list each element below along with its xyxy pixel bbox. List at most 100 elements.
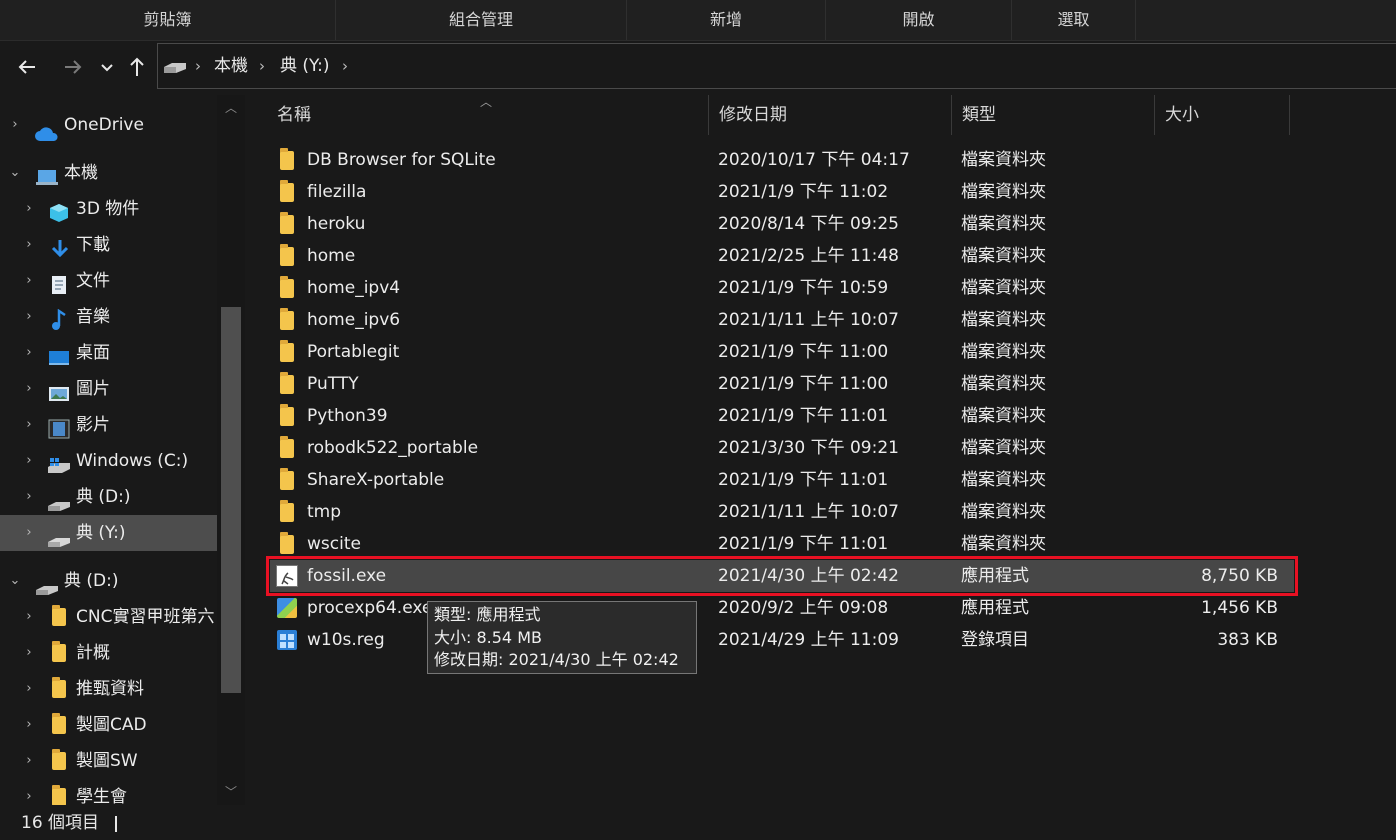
file-type: 應用程式 <box>961 598 1029 618</box>
folder-icon <box>280 532 294 554</box>
address-bar[interactable]: › 本機 › 典 (Y:) › <box>157 43 1396 89</box>
column-divider[interactable] <box>1154 95 1155 135</box>
chevron-down-icon[interactable]: ⌄ <box>8 155 22 191</box>
chevron-right-icon[interactable]: › <box>22 743 36 779</box>
sidebar-item-label: 製圖CAD <box>76 715 147 735</box>
file-row[interactable]: heroku 2020/8/14 下午 09:25 檔案資料夾 <box>270 208 1294 240</box>
file-row[interactable]: PuTTY 2021/1/9 下午 11:00 檔案資料夾 <box>270 368 1294 400</box>
chevron-right-icon[interactable]: › <box>8 107 22 143</box>
file-row[interactable]: procexp64.exe 2020/9/2 上午 09:08 應用程式 1,4… <box>270 592 1294 624</box>
column-header-type[interactable]: 類型 <box>962 95 996 135</box>
folder-icon <box>52 641 66 662</box>
file-type: 檔案資料夾 <box>961 406 1046 426</box>
breadcrumb-chevron-icon: › <box>259 57 265 75</box>
chevron-right-icon[interactable]: › <box>22 335 36 371</box>
sidebar-item-folder[interactable]: › CNC實習甲班第六 <box>0 599 217 635</box>
chevron-right-icon[interactable]: › <box>22 191 36 227</box>
file-name: filezilla <box>307 182 367 202</box>
sidebar-item-pictures[interactable]: › 圖片 <box>0 371 217 407</box>
sidebar-item-desktop[interactable]: › 桌面 <box>0 335 217 371</box>
file-row[interactable]: ShareX-portable 2021/1/9 下午 11:01 檔案資料夾 <box>270 464 1294 496</box>
chevron-down-icon[interactable]: ⌄ <box>8 563 22 599</box>
file-row[interactable]: w10s.reg 2021/4/29 上午 11:09 登錄項目 383 KB <box>270 624 1294 656</box>
scroll-up-icon[interactable]: ︿ <box>217 99 245 116</box>
ribbon-tab-select[interactable]: 選取 <box>1012 0 1136 40</box>
scrollbar-thumb[interactable] <box>221 307 241 693</box>
column-divider[interactable] <box>1289 95 1290 135</box>
column-header-date[interactable]: 修改日期 <box>719 95 787 135</box>
column-header-name[interactable]: 名稱 <box>277 95 311 135</box>
file-name: ShareX-portable <box>307 470 445 490</box>
status-divider <box>115 816 117 832</box>
file-row[interactable]: Portablegit 2021/1/9 下午 11:00 檔案資料夾 <box>270 336 1294 368</box>
sidebar-item-onedrive[interactable]: › OneDrive <box>0 107 217 143</box>
sidebar-item-label: 典 (Y:) <box>76 523 126 543</box>
breadcrumb-drive-y[interactable]: 典 (Y:) <box>280 44 330 88</box>
folder-icon <box>280 276 294 298</box>
breadcrumb-this-pc[interactable]: 本機 <box>214 44 248 88</box>
folder-icon <box>280 436 294 458</box>
chevron-right-icon[interactable]: › <box>22 299 36 335</box>
sidebar-item-windows-c[interactable]: › Windows (C:) <box>0 443 217 479</box>
file-name: tmp <box>307 502 342 522</box>
chevron-right-icon[interactable]: › <box>22 371 36 407</box>
sidebar-item-label: 3D 物件 <box>76 199 140 219</box>
file-row[interactable]: home_ipv6 2021/1/11 上午 10:07 檔案資料夾 <box>270 304 1294 336</box>
sidebar-item-documents[interactable]: › 文件 <box>0 263 217 299</box>
chevron-right-icon[interactable]: › <box>22 263 36 299</box>
sidebar-item-drive-d-root[interactable]: ⌄ 典 (D:) <box>0 563 217 599</box>
chevron-right-icon[interactable]: › <box>22 779 36 805</box>
sidebar-item-folder[interactable]: › 製圖SW <box>0 743 217 779</box>
sidebar-item-this-pc[interactable]: ⌄ 本機 <box>0 155 217 191</box>
chevron-right-icon[interactable]: › <box>22 227 36 263</box>
ribbon-tab-organize[interactable]: 組合管理 <box>336 0 627 40</box>
file-row[interactable]: robodk522_portable 2021/3/30 下午 09:21 檔案… <box>270 432 1294 464</box>
file-row[interactable]: home_ipv4 2021/1/9 下午 10:59 檔案資料夾 <box>270 272 1294 304</box>
file-row-fossil[interactable]: fossil.exe 2021/4/30 上午 02:42 應用程式 8,750… <box>266 556 1298 596</box>
column-divider[interactable] <box>951 95 952 135</box>
up-button[interactable] <box>123 51 151 83</box>
sidebar-item-music[interactable]: › 音樂 <box>0 299 217 335</box>
recent-locations-button[interactable] <box>94 51 120 83</box>
ribbon-tab-new[interactable]: 新增 <box>627 0 826 40</box>
forward-button[interactable] <box>59 51 87 83</box>
file-row[interactable]: wscite 2021/1/9 下午 11:01 檔案資料夾 <box>270 528 1294 560</box>
column-divider[interactable] <box>708 95 709 135</box>
chevron-right-icon[interactable]: › <box>22 407 36 443</box>
sidebar-item-downloads[interactable]: › 下載 <box>0 227 217 263</box>
tooltip-size: 大小: 8.54 MB <box>434 627 542 647</box>
sidebar-scrollbar[interactable]: ︿ ﹀ <box>217 95 245 805</box>
sidebar-item-drive-y[interactable]: › 典 (Y:) <box>0 515 217 551</box>
sidebar-item-folder[interactable]: › 推甄資料 <box>0 671 217 707</box>
chevron-right-icon[interactable]: › <box>22 635 36 671</box>
file-row[interactable]: filezilla 2021/1/9 下午 11:02 檔案資料夾 <box>270 176 1294 208</box>
ribbon-tab-open[interactable]: 開啟 <box>826 0 1012 40</box>
sidebar-item-videos[interactable]: › 影片 <box>0 407 217 443</box>
folder-icon <box>280 308 294 330</box>
file-row[interactable]: home 2021/2/25 上午 11:48 檔案資料夾 <box>270 240 1294 272</box>
chevron-right-icon[interactable]: › <box>22 443 36 479</box>
cube-icon <box>48 200 68 222</box>
file-row[interactable]: Python39 2021/1/9 下午 11:01 檔案資料夾 <box>270 400 1294 432</box>
chevron-right-icon[interactable]: › <box>22 599 36 635</box>
drive-icon <box>46 490 70 511</box>
ribbon-tab-clipboard[interactable]: 剪貼簿 <box>0 0 336 40</box>
tooltip-type: 類型: 應用程式 <box>434 605 541 624</box>
back-button[interactable] <box>13 51 41 83</box>
chevron-right-icon[interactable]: › <box>22 671 36 707</box>
sidebar-item-folder[interactable]: › 計概 <box>0 635 217 671</box>
file-date: 2021/1/11 上午 10:07 <box>718 310 899 330</box>
chevron-right-icon[interactable]: › <box>22 479 36 515</box>
file-row[interactable]: tmp 2021/1/11 上午 10:07 檔案資料夾 <box>270 496 1294 528</box>
folder-icon <box>280 372 294 394</box>
sidebar-item-folder[interactable]: › 製圖CAD <box>0 707 217 743</box>
scroll-down-icon[interactable]: ﹀ <box>217 783 245 800</box>
chevron-right-icon[interactable]: › <box>22 707 36 743</box>
sidebar-item-drive-d[interactable]: › 典 (D:) <box>0 479 217 515</box>
sidebar-item-folder[interactable]: › 學生會 <box>0 779 217 805</box>
chevron-right-icon[interactable]: › <box>22 515 36 551</box>
file-info-tooltip: 類型: 應用程式 大小: 8.54 MB 修改日期: 2021/4/30 上午 … <box>427 601 697 674</box>
sidebar-item-3d-objects[interactable]: › 3D 物件 <box>0 191 217 227</box>
column-header-size[interactable]: 大小 <box>1165 95 1199 135</box>
file-row[interactable]: DB Browser for SQLite 2020/10/17 下午 04:1… <box>270 144 1294 176</box>
